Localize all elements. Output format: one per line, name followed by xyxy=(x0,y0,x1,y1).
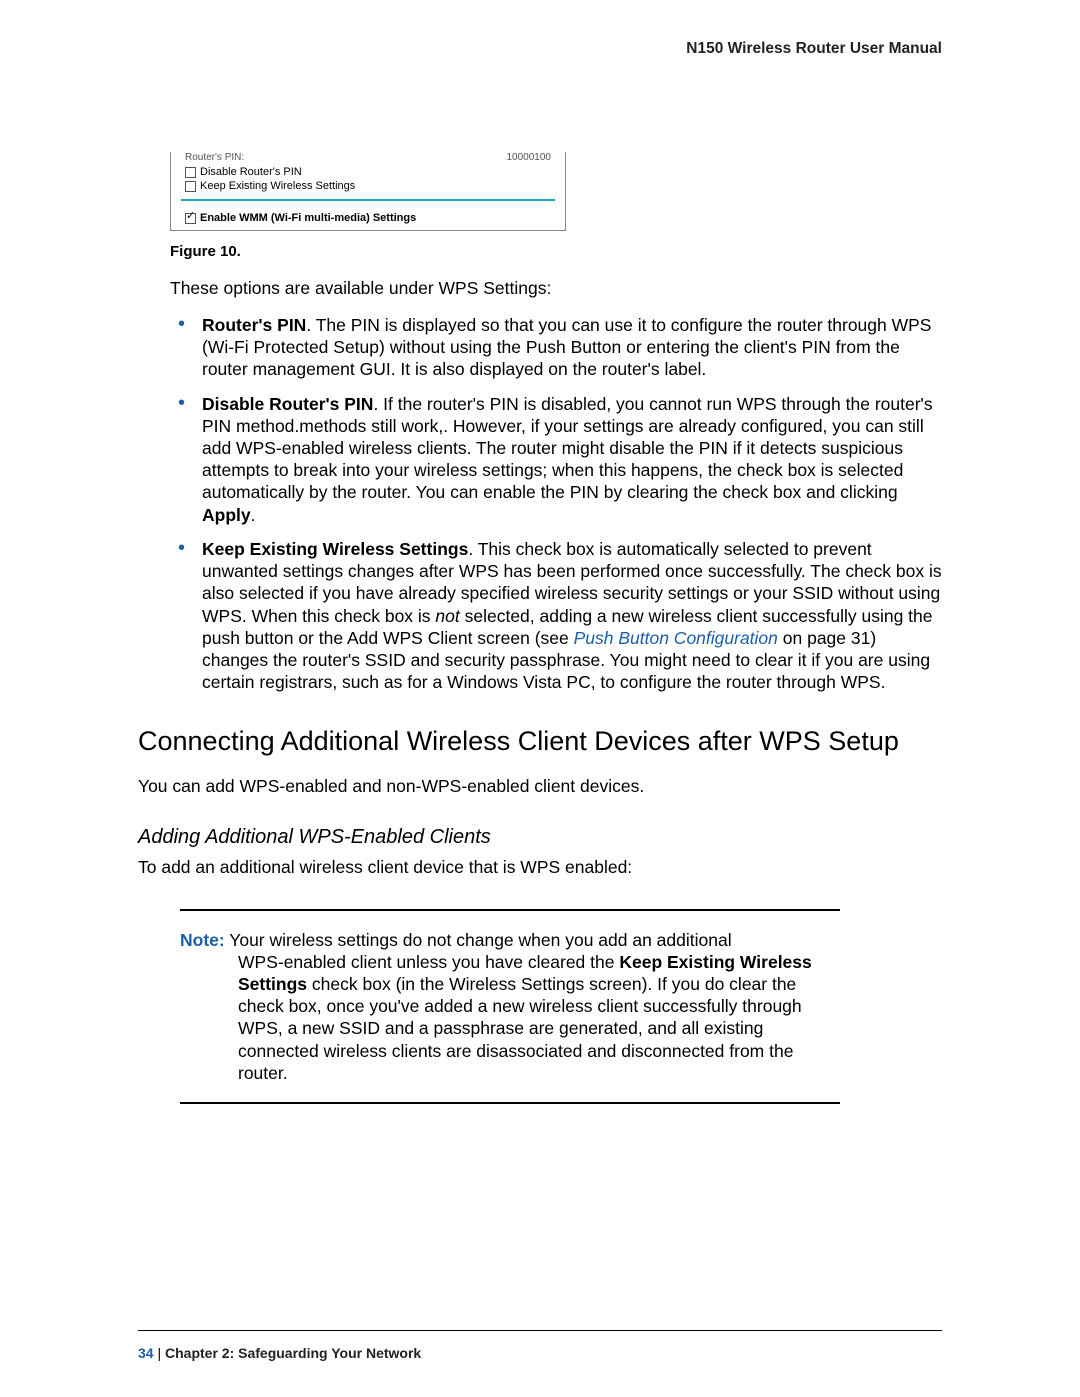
fig-row-wmm: Enable WMM (Wi-Fi multi-media) Settings xyxy=(171,211,565,230)
checkbox-icon xyxy=(185,181,196,192)
cross-reference-link[interactable]: Push Button Configuration xyxy=(574,628,778,648)
bullet-text: . The PIN is displayed so that you can u… xyxy=(202,315,931,379)
fig-opt1-label: Disable Router's PIN xyxy=(200,166,302,178)
checkbox-icon xyxy=(185,167,196,178)
fig-pin-label: Router's PIN: xyxy=(185,152,244,163)
section-intro: You can add WPS-enabled and non-WPS-enab… xyxy=(138,776,942,798)
checkbox-checked-icon xyxy=(185,213,196,224)
subsection-intro: To add an additional wireless client dev… xyxy=(138,857,942,879)
fig-row-pin: Router's PIN: 10000100 xyxy=(171,152,565,165)
italic-not: not xyxy=(435,606,459,626)
fig-opt3-label: Enable WMM (Wi-Fi multi-media) Settings xyxy=(200,212,416,224)
footer-sep: | xyxy=(154,1345,165,1361)
page-number: 34 xyxy=(138,1345,154,1361)
bullet-lead: Disable Router's PIN xyxy=(202,394,373,414)
bullet-lead: Keep Existing Wireless Settings xyxy=(202,539,468,559)
bullet-item: Disable Router's PIN. If the router's PI… xyxy=(170,393,942,526)
header-title: N150 Wireless Router User Manual xyxy=(138,40,942,58)
footer: 34 | Chapter 2: Safeguarding Your Networ… xyxy=(138,1345,421,1361)
bullet-lead: Router's PIN xyxy=(202,315,306,335)
section-heading: Connecting Additional Wireless Client De… xyxy=(138,725,942,757)
bullet-item: Router's PIN. The PIN is displayed so th… xyxy=(170,314,942,381)
fig-row-keep-settings: Keep Existing Wireless Settings xyxy=(171,179,565,193)
fig-row-disable-pin: Disable Router's PIN xyxy=(171,165,565,179)
figure-caption: Figure 10. xyxy=(170,243,942,260)
bullet-text: . xyxy=(251,505,256,525)
figure-screenshot: Router's PIN: 10000100 Disable Router's … xyxy=(170,152,566,231)
intro-paragraph: These options are available under WPS Se… xyxy=(170,278,942,300)
note-rule-bottom xyxy=(180,1102,840,1104)
footer-rule xyxy=(138,1330,942,1331)
note-line1: Your wireless settings do not change whe… xyxy=(225,930,732,950)
note-content: Note: Your wireless settings do not chan… xyxy=(180,911,840,1103)
note-block: Note: Your wireless settings do not chan… xyxy=(180,909,840,1105)
subsection-heading: Adding Additional WPS-Enabled Clients xyxy=(138,826,942,849)
apply-label: Apply xyxy=(202,505,251,525)
note-text: WPS-enabled client unless you have clear… xyxy=(238,952,619,972)
bullet-list: Router's PIN. The PIN is displayed so th… xyxy=(170,314,942,694)
note-text: check box (in the Wireless Settings scre… xyxy=(238,974,802,1083)
fig-pin-value: 10000100 xyxy=(507,152,552,163)
note-label: Note: xyxy=(180,930,225,950)
chapter-label: Chapter 2: Safeguarding Your Network xyxy=(165,1345,421,1361)
page: N150 Wireless Router User Manual Router'… xyxy=(0,0,1080,1397)
bullet-item: Keep Existing Wireless Settings. This ch… xyxy=(170,538,942,694)
fig-opt2-label: Keep Existing Wireless Settings xyxy=(200,180,355,192)
